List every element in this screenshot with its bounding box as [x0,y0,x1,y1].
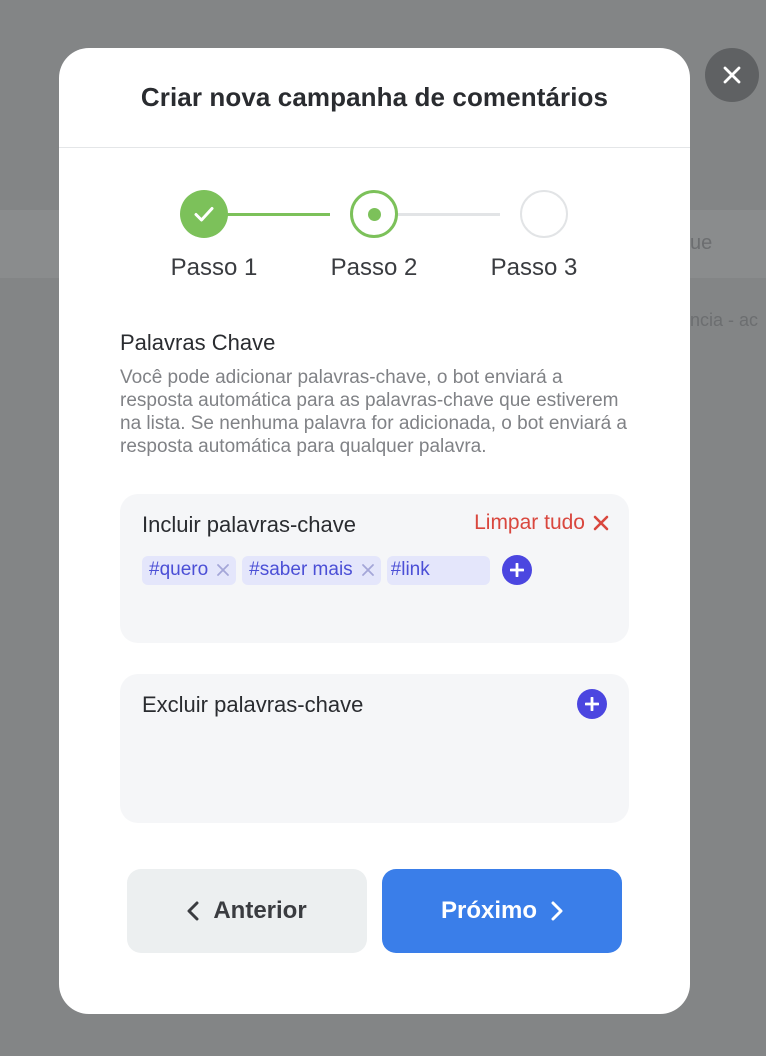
include-keywords-panel: Incluir palavras-chave Limpar tudo #quer… [120,494,629,643]
plus-circle-icon [585,697,599,711]
keyword-tag-label: #quero [149,559,209,580]
previous-button[interactable]: Anterior [127,869,367,953]
background-text: ue [690,232,713,254]
background-text: ncia - ac [690,310,759,330]
keywords-title: Palavras Chave [120,330,276,355]
keyword-tag-label: #saber mais [249,559,353,580]
campaign-modal: Criar nova campanha de comentários Passo… [59,48,690,1014]
step-3-label: Passo 3 [490,254,578,281]
stepper: Passo 1 Passo 2 Passo 3 [59,190,690,281]
new-keyword-input[interactable] [386,555,490,585]
step-1-label: Passo 1 [170,254,258,281]
x-icon [361,564,374,576]
remove-tag-button[interactable] [361,563,375,577]
remove-tag-button[interactable] [216,563,230,577]
step-2-label: Passo 2 [330,254,418,281]
step-2-indicator [350,190,398,238]
x-icon [593,515,609,531]
keywords-description: Você pode adicionar palavras-chave, o bo… [120,367,627,457]
exclude-keywords-panel: Excluir palavras-chave [120,674,629,823]
step-1-indicator [180,190,228,238]
keyword-tag: #quero [142,555,237,585]
step-3-indicator [520,190,568,238]
modal-header: Criar nova campanha de comentários [59,48,690,148]
x-icon [217,564,230,576]
clear-all-button[interactable]: Limpar tudo [474,511,609,535]
previous-button-label: Anterior [213,897,307,924]
exclude-keywords-title: Excluir palavras-chave [142,692,364,717]
next-button-label: Próximo [440,897,538,924]
include-tags: #quero #saber mais [142,555,532,585]
chevron-right-icon [551,901,563,921]
modal-title: Criar nova campanha de comentários [140,82,609,112]
add-include-keyword-button[interactable] [501,555,532,585]
check-icon [194,207,214,222]
clear-all-label: Limpar tudo [474,511,585,534]
add-exclude-keyword-button[interactable] [577,689,607,719]
next-button[interactable]: Próximo [382,869,622,953]
chevron-left-icon [187,901,199,921]
include-keywords-title: Incluir palavras-chave [142,512,356,537]
current-step-dot [367,207,381,221]
plus-circle-icon [509,563,524,577]
keyword-tag: #saber mais [242,555,381,585]
close-icon [723,66,741,84]
close-modal-button[interactable] [705,48,759,102]
